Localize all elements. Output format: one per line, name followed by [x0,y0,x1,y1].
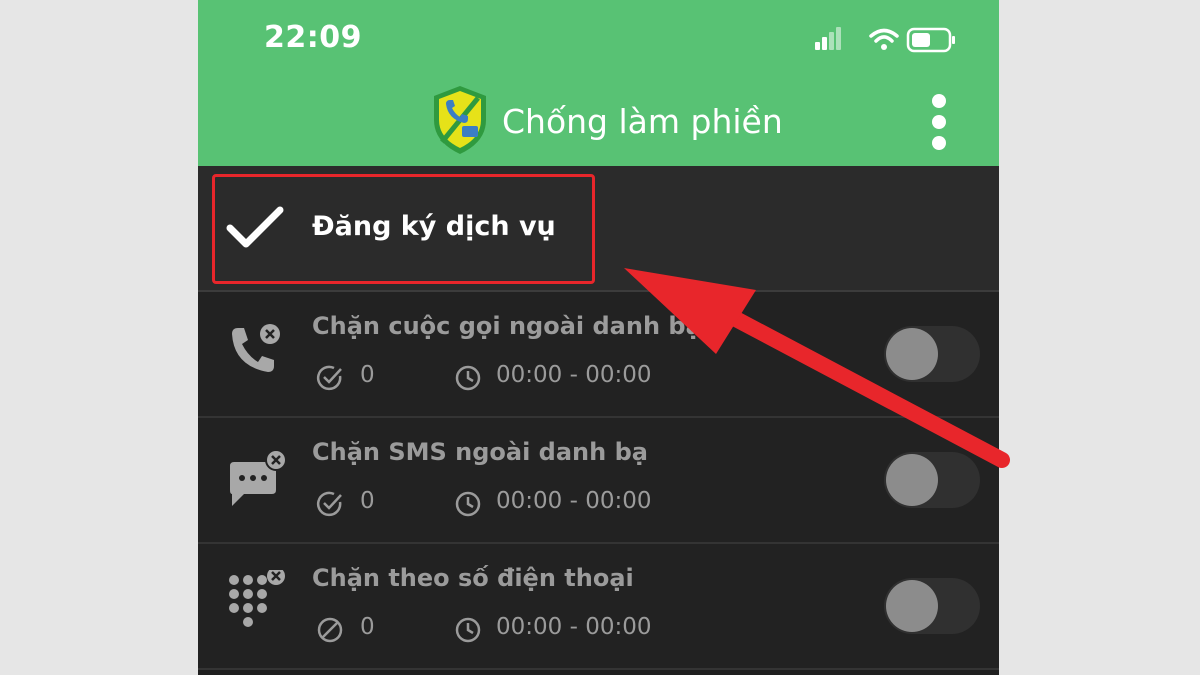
dialpad-block-icon [229,570,285,627]
phone-screen: 22:09 Chống làm phiền Đăng ký dịch vụ Ch… [198,0,999,675]
feature-title: Chặn cuộc gọi ngoài danh bạ [312,312,702,340]
app-bar: Chống làm phiền [198,78,999,166]
clock-icon [455,617,481,643]
time-range: 00:00 - 00:00 [496,488,652,514]
blocked-count: 0 [360,362,375,388]
status-time: 22:09 [264,20,362,55]
status-icons [815,27,955,53]
blocked-count: 0 [360,488,375,514]
wifi-icon [869,28,899,50]
time-range: 00:00 - 00:00 [496,362,652,388]
feature-row-block-sms[interactable]: Chặn SMS ngoài danh bạ 0 00:00 - 00:00 [198,418,999,544]
check-circle-icon [316,365,342,391]
block-circle-icon [317,617,343,643]
shield-logo-icon [434,86,486,154]
feature-title: Chặn theo số điện thoại [312,564,634,592]
check-icon [226,206,284,248]
more-vert-icon[interactable] [922,92,954,152]
register-service-row[interactable]: Đăng ký dịch vụ [198,166,999,292]
status-bar: 22:09 [198,0,999,78]
toggle-switch[interactable] [884,326,980,382]
clock-icon [455,365,481,391]
feature-title: Chặn SMS ngoài danh bạ [312,438,648,466]
check-circle-icon [316,491,342,517]
toggle-switch[interactable] [884,578,980,634]
blocked-count: 0 [360,614,375,640]
phone-block-icon [232,324,280,372]
sms-block-icon [230,449,287,506]
signal-icon [815,27,841,50]
feature-row-block-number[interactable]: Chặn theo số điện thoại 0 00:00 - 00:00 [198,544,999,670]
app-title: Chống làm phiền [502,102,783,141]
battery-icon [906,27,955,53]
clock-icon [455,491,481,517]
feature-row-block-calls[interactable]: Chặn cuộc gọi ngoài danh bạ 0 00:00 - 00… [198,292,999,418]
register-label: Đăng ký dịch vụ [312,211,556,242]
time-range: 00:00 - 00:00 [496,614,652,640]
toggle-switch[interactable] [884,452,980,508]
